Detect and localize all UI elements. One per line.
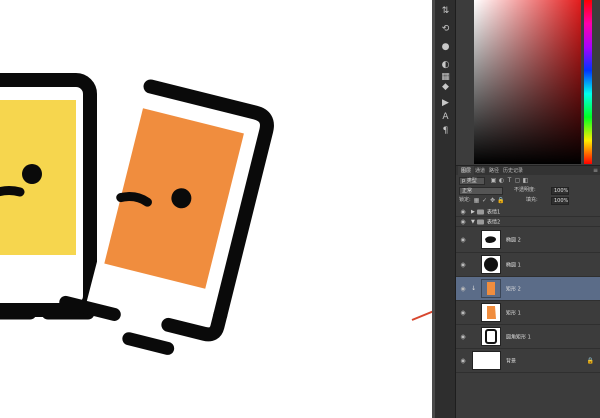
layer-name: 椭圆 1 xyxy=(506,262,521,268)
layers-panel-tabs: 图层 通道 路径 历史记录 ≡ xyxy=(456,165,600,176)
lock-label: 锁定: xyxy=(459,197,471,203)
layer-name: 椭圆 2 xyxy=(506,237,521,243)
paragraph-icon[interactable]: ◆ xyxy=(438,80,453,94)
filter-smart-icon[interactable]: ◧ xyxy=(522,177,529,184)
layer-thumbnail xyxy=(472,351,501,370)
collapsed-triangle-icon[interactable]: ▶ xyxy=(471,209,475,215)
play-icon[interactable]: ▶ xyxy=(438,96,453,110)
visibility-eye-icon[interactable]: ◉ xyxy=(459,309,467,316)
layers-list: ◉ ▶ 表情1 ◉ ▼ 表情2 ◉ 椭圆 2 ◉ 椭圆 1 ◉ ↓ 矩形 2 ◉ xyxy=(456,207,600,418)
fill-field[interactable]: 100% xyxy=(551,197,569,205)
layer-name: 表情1 xyxy=(487,209,501,215)
visibility-eye-icon[interactable]: ◉ xyxy=(459,261,467,268)
hue-slider[interactable] xyxy=(584,0,592,164)
paragraph-style-icon[interactable]: ¶ xyxy=(438,124,453,138)
layer-name: 背景 xyxy=(506,358,517,364)
layer-group-row[interactable]: ◉ ▼ 表情2 xyxy=(456,217,600,227)
lock-paint-icon[interactable]: ✓ xyxy=(481,197,488,204)
lock-pixels-icon[interactable]: ▦ xyxy=(473,197,480,204)
expanded-triangle-icon[interactable]: ▼ xyxy=(471,219,475,225)
fill-label: 填充: xyxy=(526,197,538,203)
lock-fill-row: 锁定: ▦ ✓ ✥ 🔒 填充: 100% xyxy=(456,196,600,207)
visibility-eye-icon[interactable]: ◉ xyxy=(459,208,467,215)
layer-row[interactable]: ◉ 椭圆 1 xyxy=(456,253,600,277)
layer-row[interactable]: ◉ 圆角矩形 1 xyxy=(456,325,600,349)
lock-position-icon[interactable]: ✥ xyxy=(489,197,496,204)
yellow-mouth xyxy=(0,186,25,197)
yellow-eye xyxy=(22,164,42,184)
layer-thumbnail xyxy=(481,327,501,346)
layer-name: 圆角矩形 1 xyxy=(506,334,531,340)
layer-row-selected[interactable]: ◉ ↓ 矩形 2 xyxy=(456,277,600,301)
canvas-artwork xyxy=(0,73,432,355)
color-picker-field[interactable] xyxy=(474,0,581,164)
layer-group-row[interactable]: ◉ ▶ 表情1 xyxy=(456,207,600,217)
lock-all-icon[interactable]: 🔒 xyxy=(497,197,504,204)
info-icon[interactable]: ● xyxy=(438,40,453,54)
tab-history[interactable]: 历史记录 xyxy=(500,166,526,176)
filter-type-icon[interactable]: T xyxy=(506,177,513,184)
orange-foot-right xyxy=(122,332,175,355)
layer-thumbnail xyxy=(481,279,501,298)
visibility-eye-icon[interactable]: ◉ xyxy=(459,236,467,243)
layer-thumbnail xyxy=(481,230,501,249)
yellow-card xyxy=(0,73,97,320)
opacity-field[interactable]: 100% xyxy=(551,187,569,195)
blend-mode-select[interactable]: 正常 xyxy=(459,187,503,195)
document-canvas[interactable] xyxy=(0,0,432,418)
kind-filter-select[interactable]: p 类型 xyxy=(459,177,485,185)
layer-row[interactable]: ◉ 矩形 1 xyxy=(456,301,600,325)
visibility-eye-icon[interactable]: ◉ xyxy=(459,285,467,292)
annotation-arrow xyxy=(411,310,432,321)
folder-icon xyxy=(477,219,484,224)
folder-icon xyxy=(477,209,484,214)
layer-name: 矩形 1 xyxy=(506,310,521,316)
layer-row[interactable]: ◉ 椭圆 2 xyxy=(456,227,600,253)
move-tool-icon[interactable]: ⇅ xyxy=(438,4,453,18)
character-icon[interactable]: A xyxy=(438,110,453,124)
visibility-eye-icon[interactable]: ◉ xyxy=(459,357,467,364)
filter-shape-icon[interactable]: ▢ xyxy=(514,177,521,184)
layer-thumbnail xyxy=(481,303,501,322)
panel-menu-icon[interactable]: ≡ xyxy=(593,166,598,176)
layer-name: 矩形 2 xyxy=(506,286,521,292)
layer-row-background[interactable]: ◉ 背景 🔒 xyxy=(456,349,600,373)
layer-name: 表情2 xyxy=(487,219,501,225)
visibility-eye-icon[interactable]: ◉ xyxy=(459,333,467,340)
panel-icon-strip: ⇅ ⟲ ● ◐ ▦ ◆ ▶ A ¶ xyxy=(435,0,456,418)
layer-thumbnail xyxy=(481,255,501,274)
visibility-eye-icon[interactable]: ◉ xyxy=(459,218,467,225)
opacity-label: 不透明度: xyxy=(514,187,536,193)
clipping-arrow-icon: ↓ xyxy=(471,285,477,292)
filter-pixel-icon[interactable]: ▣ xyxy=(490,177,497,184)
filter-adjust-icon[interactable]: ◐ xyxy=(498,177,505,184)
lock-icon: 🔒 xyxy=(586,357,594,364)
history-icon[interactable]: ⟲ xyxy=(438,22,453,36)
